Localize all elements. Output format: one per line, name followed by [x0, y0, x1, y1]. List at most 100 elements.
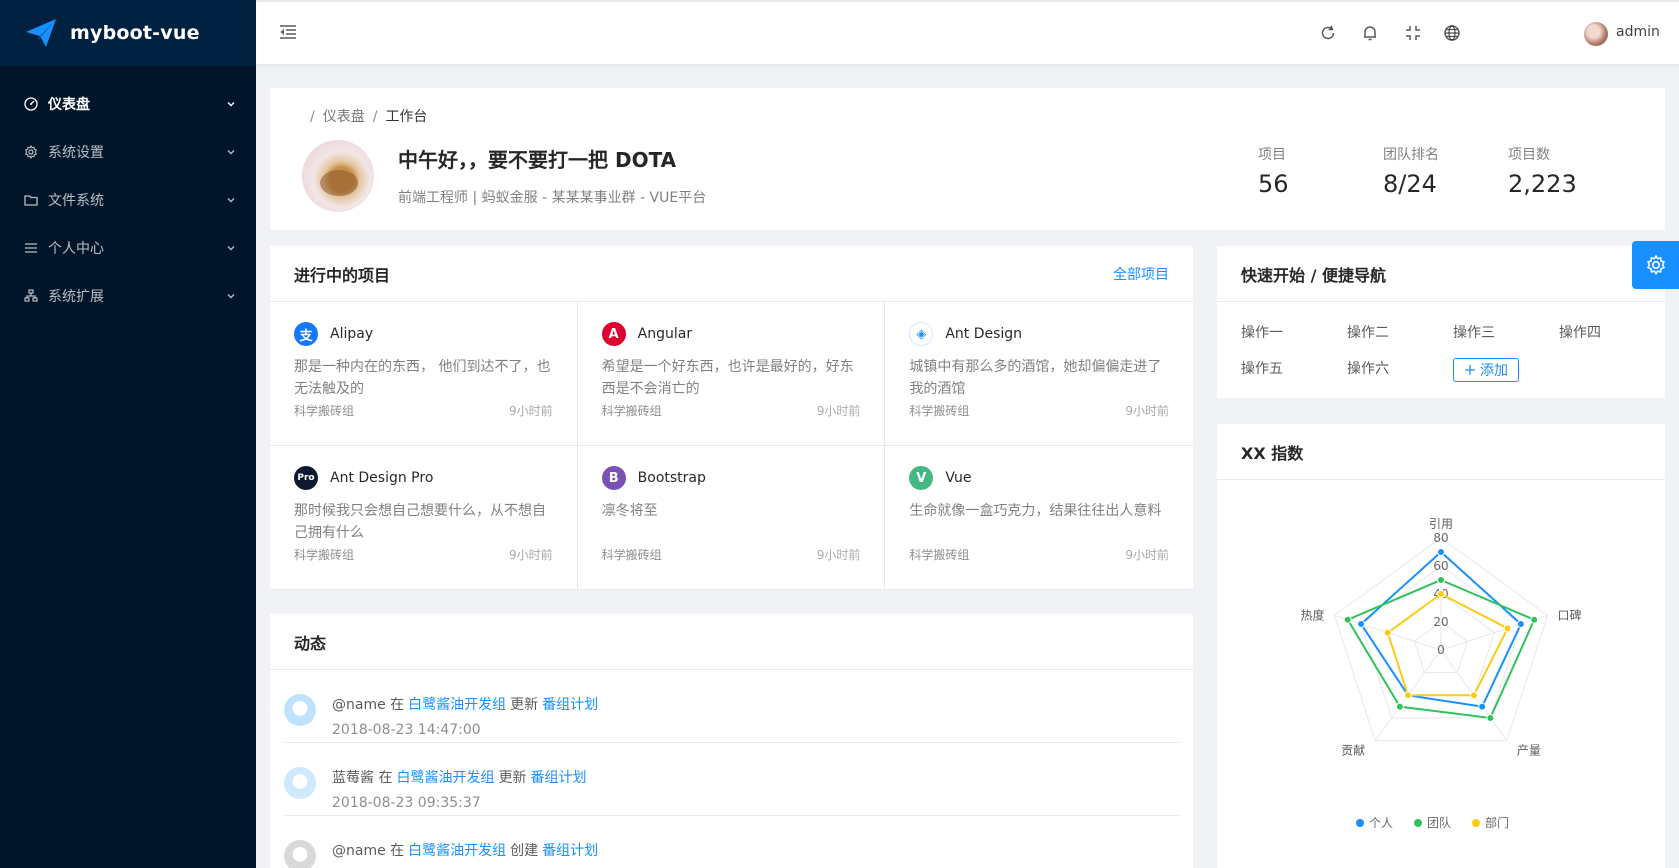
- greeting-title: 中午好，，要不要打一把 DOTA: [398, 148, 677, 172]
- reload-icon[interactable]: [1319, 24, 1337, 42]
- radar-tick-label: 20: [1433, 615, 1448, 629]
- quick-nav-link[interactable]: 操作二: [1347, 322, 1453, 344]
- radar-data-point: [1383, 628, 1392, 637]
- activity-group-link[interactable]: 白鹭酱油开发组: [408, 843, 506, 859]
- project-time: 9小时前: [509, 404, 553, 418]
- legend-marker: [1356, 819, 1364, 827]
- project-item[interactable]: ◈ Ant Design 城镇中有那么多的酒馆，她却偏偏走进了我的酒馆 科学搬砖组 9小…: [885, 302, 1193, 446]
- quick-nav-link[interactable]: 操作一: [1241, 322, 1347, 344]
- project-item[interactable]: Pro Ant Design Pro 那时候我只会想自己想要什么，从不想自己拥有什么…: [270, 446, 578, 590]
- radar-data-point: [1437, 576, 1445, 584]
- projects-card-header: 进行中的项目 全部项目: [270, 246, 1193, 302]
- project-name: Ant Design Pro: [330, 470, 434, 486]
- cluster-icon: [24, 289, 38, 302]
- sidebar-item-1[interactable]: 系统设置: [0, 128, 256, 176]
- chevron-down-icon: [227, 150, 235, 155]
- chevron-down-icon: [227, 198, 235, 203]
- project-item[interactable]: V Vue 生命就像一盒巧克力，结果往往出人意料 科学搬砖组 9小时前: [885, 446, 1193, 590]
- project-description: 城镇中有那么多的酒馆，她却偏偏走进了我的酒馆: [909, 359, 1162, 397]
- profile-avatar: [302, 140, 374, 212]
- logo[interactable]: myboot-vue: [0, 0, 256, 66]
- project-item[interactable]: 支 Alipay 那是一种内在的东西， 他们到达不了，也无法触及的科学搬砖组 9小时前: [270, 302, 578, 446]
- all-projects-link[interactable]: 全部项目: [1113, 264, 1169, 284]
- menu-fold-icon[interactable]: [278, 22, 298, 42]
- radar-data-point: [1437, 548, 1445, 556]
- activity-time: 2018-08-23 09:35:37: [332, 795, 481, 811]
- activity-avatar: [284, 694, 316, 726]
- sidebar-item-label: 文件系统: [48, 193, 104, 209]
- project-group[interactable]: 科学搬砖组: [602, 546, 817, 563]
- ant-design-pro-icon: Pro: [294, 466, 318, 490]
- radar-card-title: XX 指数: [1241, 443, 1304, 463]
- folder-icon: [24, 195, 38, 206]
- project-item[interactable]: A Angular 希望是一个好东西，也许是最好的，好东西是不会消亡的 科学搬砖组 9小…: [577, 302, 886, 446]
- globe-icon[interactable]: [1443, 24, 1461, 42]
- project-group[interactable]: 科学搬砖组: [294, 546, 509, 563]
- radar-data-point: [1516, 620, 1525, 629]
- radar-card-header: XX 指数: [1217, 424, 1665, 480]
- project-name: Vue: [945, 470, 972, 486]
- activity-user: @name: [332, 697, 386, 713]
- activity-item: @name 在白鹭酱油开发组 创建 番组计划: [284, 816, 1179, 868]
- bootstrap-icon: B: [601, 466, 626, 490]
- project-name: Alipay: [330, 326, 374, 342]
- project-name: Bootstrap: [637, 470, 706, 486]
- activity-item: @name 在白鹭酱油开发组 更新 番组计划 2018-08-23 14:47:00: [284, 670, 1179, 743]
- radar-series-line: [1386, 592, 1509, 697]
- username[interactable]: admin: [1616, 24, 1660, 40]
- project-time: 9小时前: [816, 404, 861, 418]
- sidebar-item-4[interactable]: 系统扩展: [0, 272, 256, 320]
- activity-body: 蓝莓酱 在白鹭酱油开发组 更新 番组计划 2018-08-23 09:35:37: [332, 767, 590, 815]
- quick-nav-link[interactable]: 操作四: [1559, 322, 1665, 344]
- radar-indicator-label: 产量: [1517, 744, 1541, 758]
- radar-tick-label: 0: [1437, 643, 1445, 657]
- project-item[interactable]: B Bootstrap 凛冬将至科学搬砖组 9小时前: [577, 446, 886, 590]
- project-title[interactable]: ◈ Ant Design: [909, 322, 1169, 346]
- sidebar-item-0[interactable]: 仪表盘: [0, 80, 256, 128]
- project-description: 那是一种内在的东西， 他们到达不了，也无法触及的: [294, 359, 551, 397]
- project-description: 凛冬将至: [601, 503, 658, 519]
- project-group[interactable]: 科学搬砖组: [909, 402, 1125, 419]
- project-title[interactable]: Pro Ant Design Pro: [294, 466, 553, 490]
- stat-label: 团队排名: [1383, 147, 1439, 163]
- project-title[interactable]: V Vue: [909, 466, 1169, 490]
- sidebar-item-3[interactable]: 个人中心: [0, 224, 256, 272]
- fullscreen-icon[interactable]: [1404, 24, 1422, 42]
- legend-marker: [1414, 819, 1422, 827]
- add-link-button[interactable]: 添加: [1453, 358, 1519, 382]
- project-group[interactable]: 科学搬砖组: [294, 402, 509, 419]
- radar-data-point: [1503, 624, 1512, 633]
- radar-data-point: [1478, 702, 1487, 711]
- radar-data-point: [1404, 691, 1413, 700]
- quick-nav-link[interactable]: 操作六: [1347, 358, 1453, 380]
- project-title[interactable]: A Angular: [601, 322, 861, 346]
- activity-target-link[interactable]: 番组计划: [542, 843, 598, 859]
- project-footer: 科学搬砖组 9小时前: [909, 546, 1169, 563]
- project-footer: 科学搬砖组 9小时前: [602, 546, 861, 563]
- project-group[interactable]: 科学搬砖组: [602, 402, 817, 419]
- activity-in: 在: [390, 843, 405, 859]
- quick-nav-link[interactable]: 操作三: [1453, 322, 1559, 344]
- settings-drawer-button[interactable]: [1632, 241, 1679, 289]
- project-group[interactable]: 科学搬砖组: [909, 546, 1125, 563]
- dashboard-icon: [24, 97, 38, 111]
- breadcrumb-item-dashboard[interactable]: 仪表盘: [323, 109, 365, 125]
- activity-target-link[interactable]: 番组计划: [542, 697, 598, 713]
- activity-group-link[interactable]: 白鹭酱油开发组: [408, 697, 506, 713]
- sidebar-item-2[interactable]: 文件系统: [0, 176, 256, 224]
- sidebar-item-label: 系统设置: [48, 145, 104, 161]
- project-title[interactable]: B Bootstrap: [601, 466, 861, 490]
- stat-project-count: 项目数 2,223: [1508, 144, 1577, 198]
- stat-label: 项目: [1258, 147, 1286, 163]
- radar-data-point: [1530, 615, 1539, 624]
- radar-data-point: [1437, 590, 1445, 598]
- bell-icon[interactable]: [1361, 24, 1379, 42]
- project-title[interactable]: 支 Alipay: [294, 322, 553, 346]
- user-avatar[interactable]: [1584, 22, 1608, 46]
- activity-group-link[interactable]: 白鹭酱油开发组: [396, 770, 494, 786]
- quick-nav-link[interactable]: 操作五: [1241, 358, 1347, 380]
- breadcrumb-separator: /: [310, 109, 315, 125]
- project-name: Angular: [637, 326, 693, 342]
- radar-tick-label: 80: [1433, 531, 1448, 545]
- activity-target-link[interactable]: 番组计划: [530, 770, 586, 786]
